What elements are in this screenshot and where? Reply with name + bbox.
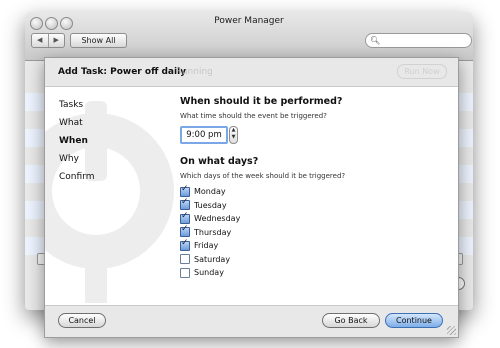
time-stepper[interactable]: ▲ ▼	[229, 126, 238, 144]
day-checkbox-list: Monday Tuesday Wednesday Thursday Friday…	[180, 184, 450, 280]
sunday-checkbox[interactable]	[180, 267, 190, 278]
back-forward-control: ◀ ▶	[31, 33, 65, 48]
background-run-now-button: Run Now	[397, 64, 447, 79]
wednesday-label: Wednesday	[194, 214, 241, 224]
forward-arrow-icon[interactable]: ▶	[49, 34, 65, 47]
day-tuesday[interactable]: Tuesday	[180, 197, 450, 213]
days-prompt: Which days of the week should it be trig…	[180, 172, 346, 180]
saturday-checkbox[interactable]	[180, 254, 190, 265]
step-confirm: Confirm	[59, 172, 95, 182]
add-task-sheet: Add Task: Power off daily Running Run No…	[44, 57, 459, 338]
tuesday-label: Tuesday	[194, 200, 227, 210]
window-title: Power Manager	[214, 16, 284, 26]
day-friday[interactable]: Friday	[180, 238, 450, 253]
saturday-label: Saturday	[194, 254, 231, 264]
days-heading: On what days?	[180, 156, 259, 167]
thursday-checkbox[interactable]	[180, 224, 190, 238]
step-why: Why	[59, 154, 79, 164]
wizard-content: Tasks What When Why Confirm When should …	[45, 86, 458, 306]
day-sunday[interactable]: Sunday	[180, 266, 450, 280]
day-saturday[interactable]: Saturday	[180, 253, 450, 267]
friday-label: Friday	[194, 241, 219, 251]
stepper-down-icon[interactable]: ▼	[230, 134, 237, 141]
wednesday-checkbox[interactable]	[180, 211, 190, 224]
step-when: When	[59, 136, 88, 146]
window-titlebar: Power Manager ◀ ▶ Show All 🔍︎	[25, 12, 473, 61]
time-picker: 9:00 pm ▲ ▼	[180, 126, 450, 144]
sunday-label: Sunday	[194, 268, 224, 278]
monday-checkbox[interactable]	[180, 184, 190, 197]
resize-grip-icon[interactable]	[447, 326, 456, 335]
day-wednesday[interactable]: Wednesday	[180, 211, 450, 226]
back-arrow-icon[interactable]: ◀	[32, 34, 49, 47]
search-field[interactable]: 🔍︎	[365, 33, 472, 48]
time-field[interactable]: 9:00 pm	[180, 126, 228, 144]
when-form: When should it be performed? What time s…	[180, 96, 450, 280]
wizard-steps: Tasks What When Why Confirm	[59, 96, 94, 186]
search-icon: 🔍︎	[370, 36, 381, 45]
when-heading: When should it be performed?	[180, 96, 343, 107]
background-status-text: Running	[176, 67, 213, 77]
monday-label: Monday	[194, 187, 226, 197]
step-what: What	[59, 118, 83, 128]
cancel-button[interactable]: Cancel	[58, 313, 106, 328]
tuesday-checkbox[interactable]	[180, 197, 190, 211]
continue-button[interactable]: Continue	[385, 313, 443, 328]
step-tasks: Tasks	[59, 100, 84, 110]
day-monday[interactable]: Monday	[180, 184, 450, 199]
time-prompt: What time should the event be triggered?	[180, 112, 327, 120]
go-back-button[interactable]: Go Back	[322, 313, 380, 328]
show-all-button[interactable]: Show All	[70, 33, 127, 48]
stepper-up-icon[interactable]: ▲	[230, 127, 237, 134]
thursday-label: Thursday	[194, 227, 232, 237]
sheet-title: Add Task: Power off daily	[58, 67, 187, 77]
day-thursday[interactable]: Thursday	[180, 224, 450, 240]
friday-checkbox[interactable]	[180, 238, 190, 251]
